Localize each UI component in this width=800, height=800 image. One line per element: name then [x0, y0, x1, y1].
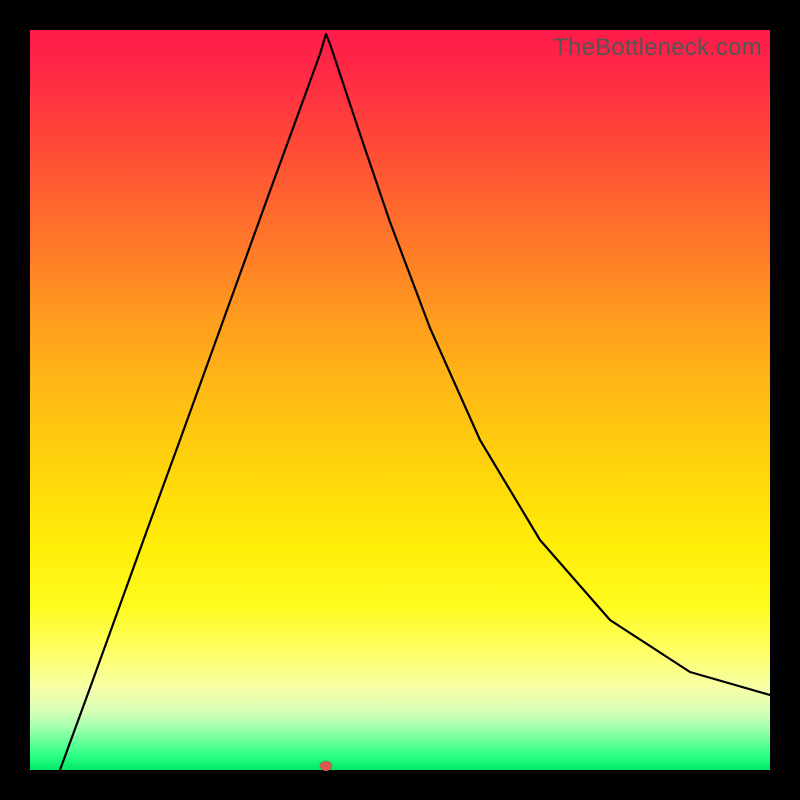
watermark-text: TheBottleneck.com [553, 34, 762, 62]
minimum-marker-dot [320, 761, 332, 771]
plot-area: TheBottleneck.com [30, 30, 770, 770]
bottleneck-curve [30, 30, 770, 770]
chart-frame: TheBottleneck.com [0, 0, 800, 800]
